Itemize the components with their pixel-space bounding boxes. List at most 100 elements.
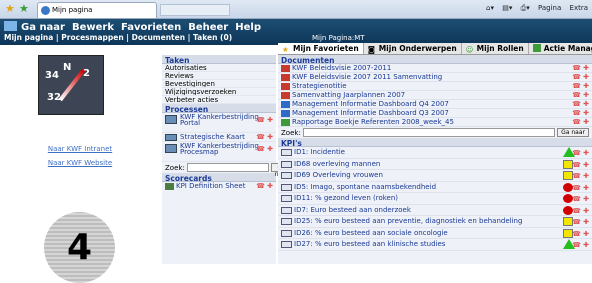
document-search-label: Zoek: [281,128,301,137]
right-column: Documenten KWF Beleidsvisie 2007-2011 ☎ ✚… [278,55,592,264]
proces-search-input[interactable] [186,163,269,172]
process-icon [165,115,177,124]
proces-actions-icon[interactable]: ☎ ✚ [256,117,273,124]
document-actions-icon[interactable]: ☎ ✚ [572,82,589,90]
kpi-actions-icon[interactable]: ☎ ✚ [572,206,589,216]
kpis-header: KPI's [278,138,592,148]
feeds-icon[interactable]: ▤▾ [502,4,512,12]
print-icon[interactable]: ⎙▾ [521,4,530,12]
menu-ga-naar[interactable]: Ga naar [21,22,65,33]
kpi-actions-icon[interactable]: ☎ ✚ [572,229,589,239]
proces-label: KWF Kankerbestrijding Portal [180,113,259,127]
scorecard-actions-icon[interactable]: ☎ ✚ [256,182,273,191]
left-sidebar: 34 N 2 32 Naar KWF Intranet Naar KWF Web… [0,45,160,283]
proces-item[interactable]: Strategische Kaart ☎ ✚ [162,133,276,142]
kpi-item[interactable]: ID69 Overleving vrouwen ☎ ✚ [278,170,592,182]
menu-bewerk[interactable]: Bewerk [72,22,114,33]
excel-icon [281,119,290,126]
scorecard-item[interactable]: KPI Definition Sheet ☎ ✚ [162,182,276,191]
word-doc-icon [281,101,290,108]
document-actions-icon[interactable]: ☎ ✚ [572,109,589,117]
kpi-chart-icon [281,241,292,248]
kpi-actions-icon[interactable]: ☎ ✚ [572,217,589,227]
document-actions-icon[interactable]: ☎ ✚ [572,100,589,108]
page-label: Mijn Pagina:MT [312,34,365,42]
kpi-item[interactable]: ID25: % euro besteed aan preventie, diag… [278,216,592,228]
pdf-icon [281,74,290,81]
taken-header: Taken [162,55,276,65]
document-item[interactable]: Management Informatie Dashboard Q4 2007 ☎… [278,100,592,109]
document-item[interactable]: Strategienotitie ☎ ✚ [278,82,592,91]
kpi-item[interactable]: ID26: % euro besteed aan sociale oncolog… [278,228,592,239]
page-menu[interactable]: Pagina [538,4,561,12]
taken-item[interactable]: Bevestigingen [162,80,276,88]
document-actions-icon[interactable]: ☎ ✚ [572,73,589,81]
content-tabs: ★ Mijn Favorieten ◙ Mijn Onderwerpen ☺ Mijn R… [278,43,592,55]
proces-search: Zoek: Ga naar [162,162,293,178]
tab-mijn-favorieten[interactable]: ★ Mijn Favorieten [278,43,364,54]
document-item[interactable]: KWF Beleidsvisie 2007-2011 ☎ ✚ [278,64,592,73]
pdf-icon [281,83,290,90]
sub-navigation[interactable]: Mijn pagina | Procesmappen | Documenten … [4,33,232,42]
pdf-icon [281,92,290,99]
kpi-chart-icon [281,229,292,237]
kpi-actions-icon[interactable]: ☎ ✚ [572,171,589,181]
menu-beheer[interactable]: Beheer [188,22,228,33]
action-icon [532,44,541,52]
taken-item[interactable]: Autorisaties [162,64,276,72]
taken-item[interactable]: Wijzigingsverzoeken [162,88,276,96]
proces-item[interactable]: KWF Kankerbestrijding Procesmap ☎ ✚ [162,142,276,162]
kpi-item[interactable]: ID27: % euro besteed aan klinische studi… [278,239,592,251]
roles-icon: ☺ [465,45,474,54]
new-tab-button[interactable] [160,4,230,16]
document-search-button[interactable]: Ga naar [557,128,589,137]
browser-tab[interactable]: Mijn pagina [37,2,157,18]
tools-menu[interactable]: Extra [570,4,588,12]
taken-item[interactable]: Verbeter acties [162,96,276,104]
kpi-item[interactable]: ID11: % gezond leven (roken) ☎ ✚ [278,193,592,205]
kpi-item[interactable]: ID5: Imago, spontane naamsbekendheid ☎ ✚ [278,182,592,193]
proces-actions-icon[interactable]: ☎ ✚ [256,146,273,153]
menu-help[interactable]: Help [235,22,261,33]
taken-item[interactable]: Reviews [162,72,276,80]
document-actions-icon[interactable]: ☎ ✚ [572,91,589,99]
proces-label: KWF Kankerbestrijding Procesmap [180,142,259,156]
kpi-actions-icon[interactable]: ☎ ✚ [572,183,589,193]
proces-item[interactable]: KWF Kankerbestrijding Portal ☎ ✚ [162,113,276,133]
link-kwf-intranet[interactable]: Naar KWF Intranet [0,145,160,153]
favorites-star-icon[interactable]: ★ [5,3,15,14]
kpi-actions-icon[interactable]: ☎ ✚ [572,240,589,250]
document-item[interactable]: KWF Beleidsvisie 2007 2011 Samenvatting ☎… [278,73,592,82]
kpi-chart-icon [281,195,292,202]
add-favorites-icon[interactable]: ★ [19,3,29,14]
scorecards-header: Scorecards [162,173,276,183]
kpi-chart-icon [281,172,292,179]
browser-toolbar: ★ ★ Mijn pagina ⌂▾ ▤▾ ⎙▾ Pagina Extra [0,0,592,19]
tab-mijn-rollen[interactable]: ☺ Mijn Rollen [462,43,529,54]
process-icon [165,134,177,141]
document-item[interactable]: Management Informatie Dashboard Q3 2007 ☎… [278,109,592,118]
document-search-input[interactable] [302,128,556,137]
home-icon[interactable]: ⌂▾ [486,4,494,12]
proces-actions-icon[interactable]: ☎ ✚ [256,133,273,142]
document-item[interactable]: Rapportage Boekje Referenten 2008_week_4… [278,118,592,127]
app-header: Ga naar Bewerk Favorieten Beheer Help Mijn p… [0,19,592,45]
kpi-item[interactable]: ID68 overleving mannen ☎ ✚ [278,159,592,170]
kpi-actions-icon[interactable]: ☎ ✚ [572,194,589,204]
document-actions-icon[interactable]: ☎ ✚ [572,64,589,72]
kpi-item[interactable]: ID7: Euro besteed aan onderzoek ☎ ✚ [278,205,592,216]
pdf-icon [281,65,290,72]
kpi-item[interactable]: ID1: Incidentie ☎ ✚ [278,147,592,159]
number-circle-image: 4 [44,212,115,283]
menu-favorieten[interactable]: Favorieten [121,22,181,33]
goto-icon [4,21,17,31]
document-item[interactable]: Samenvatting Jaarplannen 2007 ☎ ✚ [278,91,592,100]
kpi-actions-icon[interactable]: ☎ ✚ [572,160,589,170]
document-actions-icon[interactable]: ☎ ✚ [572,118,589,126]
kpi-chart-icon [281,206,292,214]
main-menu: Ga naar Bewerk Favorieten Beheer Help [4,21,268,33]
tab-actie-management[interactable]: Actie Manageme [529,43,592,54]
kpi-actions-icon[interactable]: ☎ ✚ [572,148,589,158]
link-kwf-website[interactable]: Naar KWF Website [0,159,160,167]
tab-mijn-onderwerpen[interactable]: ◙ Mijn Onderwerpen [364,43,462,54]
